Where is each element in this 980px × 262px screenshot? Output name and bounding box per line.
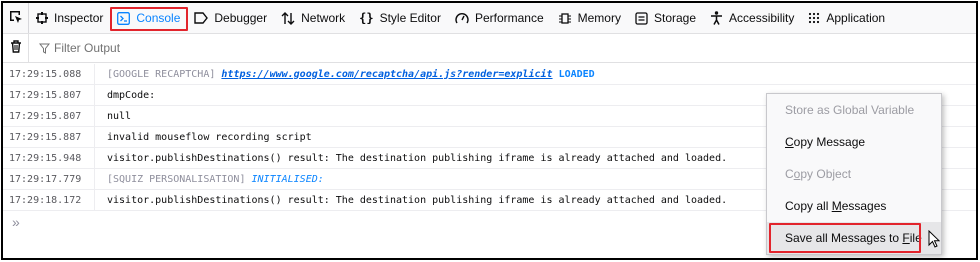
accessibility-icon [710, 11, 723, 25]
menu-item-label: Copy all Messages [785, 199, 887, 213]
tab-label: Storage [653, 11, 697, 25]
trash-icon [10, 40, 22, 56]
menu-item-copy-message[interactable]: Copy Message [767, 126, 941, 158]
devtools-toolbar: Inspector Console Debugger Network {} St… [3, 3, 976, 34]
element-picker-icon [9, 10, 23, 27]
menu-item-label: Copy Object [785, 167, 852, 181]
tab-network[interactable]: Network [274, 3, 352, 33]
console-filter-bar: Filter Output [3, 34, 976, 63]
tab-label: Console [136, 11, 181, 25]
log-timestamp: 17:29:17.779 [3, 169, 95, 189]
tab-storage[interactable]: Storage [628, 3, 703, 33]
log-timestamp: 17:29:15.807 [3, 106, 95, 126]
style-editor-icon: {} [359, 11, 374, 25]
storage-icon [635, 11, 648, 25]
tab-style-editor[interactable]: {} Style Editor [352, 3, 448, 33]
tab-console[interactable]: Console [110, 3, 189, 33]
memory-icon [558, 12, 572, 25]
inspector-icon [36, 12, 48, 24]
tab-label: Memory [577, 11, 621, 25]
console-icon [117, 11, 131, 25]
tab-inspector[interactable]: Inspector [29, 3, 110, 33]
performance-icon [455, 12, 469, 25]
log-message: dmpCode: [107, 89, 156, 101]
log-message: [GOOGLE RECAPTCHA] https://www.google.co… [95, 69, 595, 80]
log-timestamp: 17:29:15.088 [3, 64, 95, 84]
menu-item-label: Save all Messages to File [785, 231, 922, 245]
debugger-icon [194, 12, 209, 24]
log-message: visitor.publishDestinations() result: Th… [107, 152, 728, 164]
devtools-window: Inspector Console Debugger Network {} St… [1, 1, 978, 260]
log-message: invalid mouseflow recording script [107, 131, 312, 143]
clear-console-button[interactable] [3, 34, 29, 62]
tab-label: Performance [474, 11, 544, 25]
menu-item-save-all-messages[interactable]: Save all Messages to File [767, 222, 941, 254]
network-icon [281, 11, 295, 25]
log-timestamp: 17:29:15.887 [3, 127, 95, 147]
tab-label: Network [301, 11, 346, 25]
tab-label: Application [826, 11, 886, 25]
log-link[interactable]: https://www.google.com/recaptcha/api.js?… [221, 69, 552, 80]
tab-performance[interactable]: Performance [448, 3, 551, 33]
menu-item-copy-all-messages[interactable]: Copy all Messages [767, 190, 941, 222]
log-prefix: [GOOGLE RECAPTCHA] [107, 68, 216, 80]
menu-item-copy-object[interactable]: Copy Object [767, 158, 941, 190]
log-message: visitor.publishDestinations() result: Th… [107, 194, 728, 206]
menu-item-label: Copy Message [785, 135, 866, 149]
context-menu: Store as Global Variable Copy Message Co… [766, 93, 942, 255]
tab-label: Debugger [214, 11, 268, 25]
tab-label: Style Editor [379, 11, 441, 25]
log-timestamp: 17:29:18.172 [3, 190, 95, 210]
log-message: [SQUIZ PERSONALISATION] INITIALISED: [95, 174, 324, 185]
filter-placeholder: Filter Output [54, 41, 121, 55]
tab-debugger[interactable]: Debugger [187, 3, 274, 33]
log-timestamp: 17:29:15.948 [3, 148, 95, 168]
filter-icon [39, 43, 50, 54]
log-timestamp: 17:29:15.807 [3, 85, 95, 105]
filter-output-input[interactable]: Filter Output [39, 41, 120, 55]
tab-memory[interactable]: Memory [551, 3, 628, 33]
tab-label: Inspector [54, 11, 104, 25]
log-prefix: [SQUIZ PERSONALISATION] [107, 173, 246, 185]
log-status: LOADED [558, 68, 595, 80]
log-message: null [107, 110, 132, 122]
mouse-cursor-icon [928, 229, 941, 251]
application-icon [808, 12, 820, 24]
menu-item-label: Store as Global Variable [785, 103, 915, 117]
element-picker-button[interactable] [3, 3, 29, 33]
menu-item-store-global[interactable]: Store as Global Variable [767, 94, 941, 126]
log-status: INITIALISED: [251, 173, 324, 185]
tab-application[interactable]: Application [801, 3, 892, 33]
prompt-chevron-icon: » [12, 214, 20, 230]
tab-accessibility[interactable]: Accessibility [703, 3, 801, 33]
tab-label: Accessibility [729, 11, 795, 25]
log-row: 17:29:15.088 [GOOGLE RECAPTCHA] https://… [3, 64, 976, 85]
